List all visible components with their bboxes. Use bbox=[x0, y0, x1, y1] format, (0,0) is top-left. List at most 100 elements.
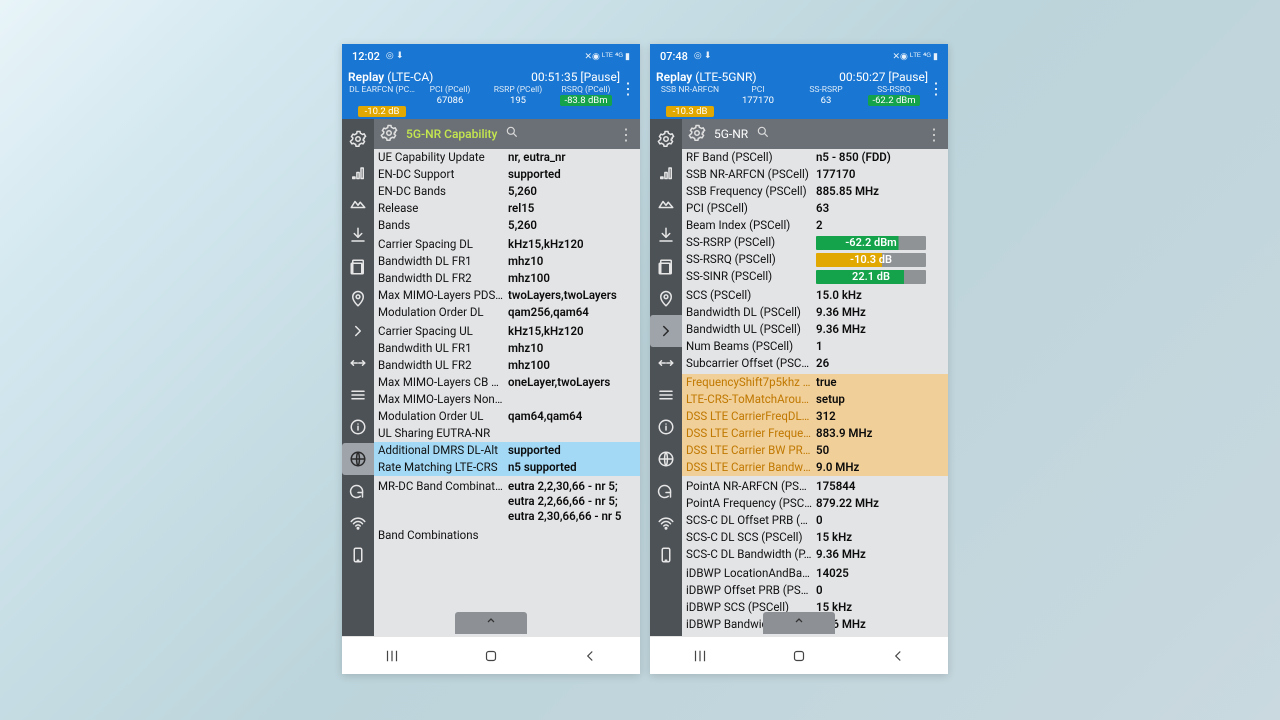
row-key: iDBWP LocationAndBan… bbox=[686, 566, 816, 581]
rail-icon[interactable] bbox=[650, 507, 682, 539]
tab-overflow-icon[interactable]: ⋮ bbox=[926, 125, 942, 144]
data-row[interactable]: SCS-C DL Offset PRB (P…0 bbox=[682, 512, 948, 529]
appbar-overflow-icon[interactable]: ⋮ bbox=[928, 70, 944, 106]
rail-icon[interactable] bbox=[342, 251, 374, 283]
data-row[interactable]: Bandwidth DL FR2mhz100 bbox=[374, 270, 640, 287]
data-row[interactable]: Modulation Order ULqam64,qam64 bbox=[374, 408, 640, 425]
data-row[interactable]: PCI (PSCell)63 bbox=[682, 200, 948, 217]
rail-icon[interactable] bbox=[650, 219, 682, 251]
data-row[interactable]: UL Sharing EUTRA-NR bbox=[374, 425, 640, 442]
data-row[interactable]: MR-DC Band Combinati…eutra 2,2,30,66 - n… bbox=[374, 478, 640, 525]
data-row[interactable]: Bandwidth DL FR1mhz10 bbox=[374, 253, 640, 270]
data-row[interactable]: Rate Matching LTE-CRSn5 supported bbox=[374, 459, 640, 476]
rail-icon[interactable] bbox=[342, 219, 374, 251]
data-row[interactable]: DSS LTE Carrier Bandwi…9.0 MHz bbox=[682, 459, 948, 476]
search-icon[interactable] bbox=[756, 125, 770, 143]
data-row[interactable]: Max MIMO-Layers CB P…oneLayer,twoLayers bbox=[374, 374, 640, 391]
drag-handle-icon[interactable] bbox=[455, 612, 527, 634]
gear-icon[interactable] bbox=[380, 124, 398, 145]
nav-recents-icon[interactable] bbox=[690, 646, 710, 666]
data-row[interactable]: EN-DC Supportsupported bbox=[374, 166, 640, 183]
rail-icon[interactable] bbox=[342, 283, 374, 315]
data-row[interactable]: SCS (PSCell)15.0 kHz bbox=[682, 287, 948, 304]
nav-home-icon[interactable] bbox=[481, 646, 501, 666]
data-row[interactable]: iDBWP LocationAndBan…14025 bbox=[682, 565, 948, 582]
rail-icon[interactable] bbox=[342, 411, 374, 443]
data-row[interactable]: SCS-C DL Bandwidth (P…9.36 MHz bbox=[682, 546, 948, 563]
rail-icon[interactable] bbox=[342, 507, 374, 539]
data-row[interactable]: LTE-CRS-ToMatchAroun…setup bbox=[682, 391, 948, 408]
row-key: Band Combinations bbox=[378, 528, 508, 543]
search-icon[interactable] bbox=[505, 125, 519, 143]
nav-recents-icon[interactable] bbox=[382, 646, 402, 666]
tab-label[interactable]: 5G-NR Capability bbox=[404, 127, 499, 141]
rail-icon[interactable] bbox=[342, 539, 374, 571]
data-row[interactable]: DSS LTE Carrier Frequen…883.9 MHz bbox=[682, 425, 948, 442]
data-row[interactable]: Band Combinations bbox=[374, 527, 640, 544]
rail-icon[interactable] bbox=[342, 155, 374, 187]
data-row[interactable]: Carrier Spacing DLkHz15,kHz120 bbox=[374, 236, 640, 253]
rail-icon[interactable] bbox=[650, 475, 682, 507]
row-key: Bandwidth UL FR2 bbox=[378, 358, 508, 373]
data-row[interactable]: SSB NR-ARFCN (PSCell)177170 bbox=[682, 166, 948, 183]
data-row[interactable]: SS-RSRQ (PSCell)-10.3 dB bbox=[682, 251, 948, 268]
gear-icon[interactable] bbox=[688, 124, 706, 145]
data-row[interactable]: Beam Index (PSCell)2 bbox=[682, 217, 948, 234]
rail-icon[interactable] bbox=[650, 187, 682, 219]
nav-back-icon[interactable] bbox=[888, 646, 908, 666]
data-row[interactable]: DSS LTE Carrier BW PRB…50 bbox=[682, 442, 948, 459]
rail-icon[interactable] bbox=[650, 539, 682, 571]
data-row[interactable]: EN-DC Bands5,260 bbox=[374, 183, 640, 200]
data-row[interactable]: SS-RSRP (PSCell)-62.2 dBm bbox=[682, 234, 948, 251]
data-row[interactable]: Bandwidth UL FR2mhz100 bbox=[374, 357, 640, 374]
tab-overflow-icon[interactable]: ⋮ bbox=[618, 125, 634, 144]
appbar-overflow-icon[interactable]: ⋮ bbox=[620, 70, 636, 106]
data-row[interactable]: UE Capability Updatenr, eutra_nr bbox=[374, 149, 640, 166]
data-row[interactable]: iDBWP Offset PRB (PSC…0 bbox=[682, 582, 948, 599]
data-row[interactable]: SCS-C DL SCS (PSCell)15 kHz bbox=[682, 529, 948, 546]
data-row[interactable]: PointA Frequency (PSC…879.22 MHz bbox=[682, 495, 948, 512]
data-row[interactable]: Additional DMRS DL-Altsupported bbox=[374, 442, 640, 459]
nav-home-icon[interactable] bbox=[789, 646, 809, 666]
data-row[interactable]: Bandwidth DL (PSCell)9.36 MHz bbox=[682, 304, 948, 321]
rail-icon[interactable] bbox=[650, 251, 682, 283]
rail-icon[interactable] bbox=[342, 475, 374, 507]
data-row[interactable]: RF Band (PSCell)n5 - 850 (FDD) bbox=[682, 149, 948, 166]
data-row[interactable]: Max MIMO-Layers PDSC…twoLayers,twoLayers bbox=[374, 287, 640, 304]
data-row[interactable]: FrequencyShift7p5khz (…true bbox=[682, 374, 948, 391]
data-row[interactable]: Carrier Spacing ULkHz15,kHz120 bbox=[374, 323, 640, 340]
data-row[interactable]: Bandwdith UL FR1mhz10 bbox=[374, 340, 640, 357]
data-row[interactable]: Modulation Order DLqam256,qam64 bbox=[374, 304, 640, 321]
row-value: setup bbox=[816, 392, 942, 407]
data-row[interactable]: Bandwidth UL (PSCell)9.36 MHz bbox=[682, 321, 948, 338]
rail-icon[interactable] bbox=[650, 411, 682, 443]
rail-icon[interactable] bbox=[342, 443, 374, 475]
metric-header: RSRQ (PCell) bbox=[552, 85, 620, 95]
rail-icon[interactable] bbox=[342, 347, 374, 379]
data-row[interactable]: SS-SINR (PSCell)22.1 dB bbox=[682, 268, 948, 285]
rail-icon[interactable] bbox=[650, 283, 682, 315]
rail-icon[interactable] bbox=[650, 347, 682, 379]
rail-icon[interactable] bbox=[342, 123, 374, 155]
data-row[interactable]: Max MIMO-Layers NonC… bbox=[374, 391, 640, 408]
drag-handle-icon[interactable] bbox=[763, 612, 835, 634]
rail-icon[interactable] bbox=[650, 443, 682, 475]
tab-label[interactable]: 5G-NR bbox=[712, 127, 750, 141]
data-row[interactable]: Num Beams (PSCell)1 bbox=[682, 338, 948, 355]
rail-icon[interactable] bbox=[650, 155, 682, 187]
rail-icon[interactable] bbox=[650, 315, 682, 347]
rail-icon[interactable] bbox=[342, 315, 374, 347]
rail-icon[interactable] bbox=[650, 379, 682, 411]
rail-icon[interactable] bbox=[342, 379, 374, 411]
data-row[interactable]: Releaserel15 bbox=[374, 200, 640, 217]
row-value: 50 bbox=[816, 443, 942, 458]
data-row[interactable]: Subcarrier Offset (PSCell)26 bbox=[682, 355, 948, 372]
data-row[interactable]: DSS LTE CarrierFreqDL (…312 bbox=[682, 408, 948, 425]
rail-icon[interactable] bbox=[342, 187, 374, 219]
data-row[interactable]: PointA NR-ARFCN (PSC…175844 bbox=[682, 478, 948, 495]
data-row[interactable]: SSB Frequency (PSCell)885.85 MHz bbox=[682, 183, 948, 200]
row-key: UE Capability Update bbox=[378, 150, 508, 165]
nav-back-icon[interactable] bbox=[580, 646, 600, 666]
data-row[interactable]: Bands5,260 bbox=[374, 217, 640, 234]
rail-icon[interactable] bbox=[650, 123, 682, 155]
